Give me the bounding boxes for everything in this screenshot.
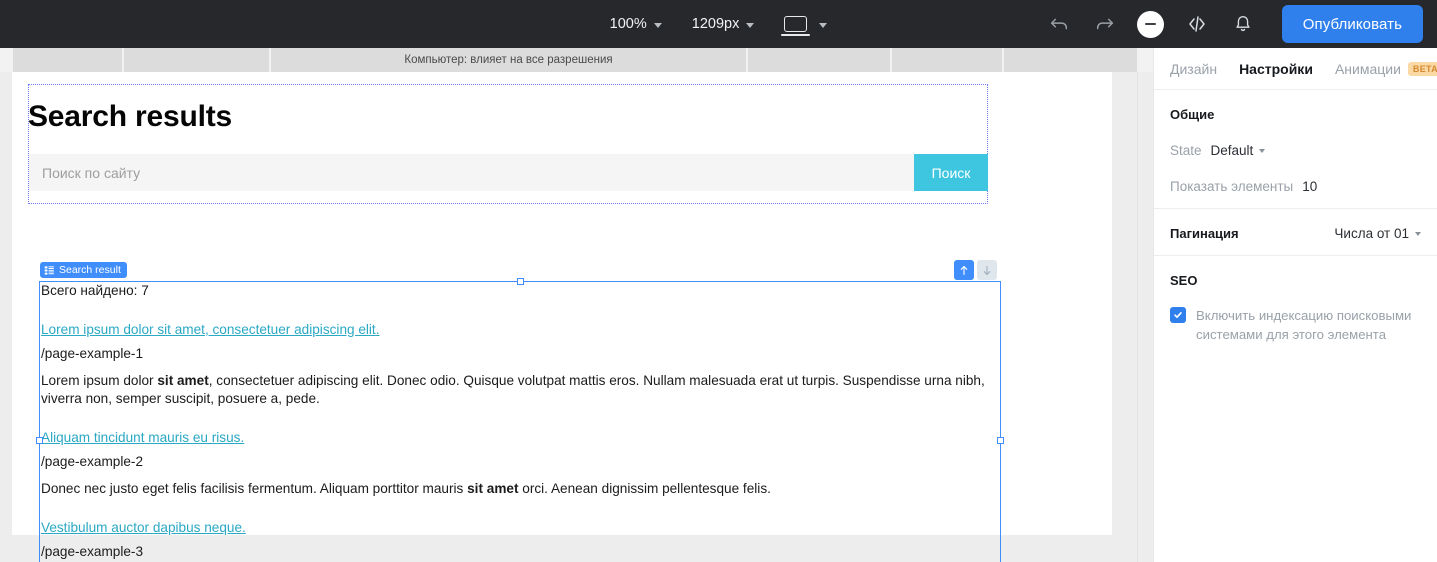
undo-button[interactable] xyxy=(1036,0,1082,48)
canvas-divider xyxy=(1137,72,1138,562)
state-dropdown[interactable]: Default xyxy=(1211,143,1266,158)
seo-indexing-checkbox[interactable] xyxy=(1170,307,1186,323)
tab-settings-label: Настройки xyxy=(1239,60,1313,77)
section-general: Общие State Default Показать элементы 10 xyxy=(1154,90,1437,209)
chevron-down-icon xyxy=(819,22,828,28)
results-total: Всего найдено: 7 xyxy=(41,283,149,298)
checkmark-icon xyxy=(1174,312,1182,318)
seo-indexing-row: Включить индексацию поисковыми системами… xyxy=(1170,306,1421,344)
tab-animations[interactable]: Анимации BETA xyxy=(1335,61,1437,77)
snippet-highlight: sit amet xyxy=(157,372,209,388)
result-url: /page-example-1 xyxy=(41,346,144,362)
list-grid-icon xyxy=(44,265,54,275)
chevron-down-icon xyxy=(746,22,755,28)
result-item: Aliquam tincidunt mauris eu risus. /page… xyxy=(41,430,991,498)
result-item: Vestibulum auctor dapibus neque. /page-e… xyxy=(41,520,991,562)
canvas-width-dropdown[interactable]: 1209px xyxy=(690,13,757,35)
ruler-segment[interactable] xyxy=(748,48,890,72)
move-up-button[interactable] xyxy=(954,260,974,280)
chevron-down-icon xyxy=(653,22,662,28)
redo-arrow-icon xyxy=(1096,18,1113,30)
result-title-link[interactable]: Vestibulum auctor dapibus neque. xyxy=(41,520,246,537)
tab-design-label: Дизайн xyxy=(1170,60,1218,77)
undo-arrow-icon xyxy=(1050,18,1067,30)
tab-design[interactable]: Дизайн xyxy=(1170,61,1217,77)
state-value: Default xyxy=(1210,143,1254,158)
pagination-style-value: Числа от 01 xyxy=(1334,226,1409,241)
properties-panel: Дизайн Настройки Анимации BETA Общие Sta… xyxy=(1153,48,1437,562)
move-down-button[interactable] xyxy=(977,260,997,280)
result-url: /page-example-2 xyxy=(41,454,144,470)
tab-settings[interactable]: Настройки xyxy=(1239,61,1313,77)
result-snippet: Donec nec justo eget felis facilisis fer… xyxy=(41,480,991,498)
tab-animations-label: Анимации xyxy=(1334,60,1401,77)
state-row: State Default xyxy=(1170,143,1421,158)
ruler-segment[interactable] xyxy=(1004,48,1137,72)
beta-badge: BETA xyxy=(1407,61,1437,76)
search-results-widget: Всего найдено: 7 Lorem ipsum dolor sit a… xyxy=(41,281,991,562)
items-count-value: 10 xyxy=(1302,179,1318,194)
state-label: State xyxy=(1170,143,1202,158)
notifications-button[interactable] xyxy=(1220,0,1266,48)
items-count-label: Показать элементы xyxy=(1170,179,1294,194)
redo-button[interactable] xyxy=(1082,0,1128,48)
resize-handle-right[interactable] xyxy=(997,436,1004,444)
ruler-segment[interactable] xyxy=(13,48,122,72)
zoom-level-value: 100% xyxy=(609,16,647,32)
section-seo: SEO Включить индексацию поисковыми систе… xyxy=(1154,256,1437,358)
result-title-link[interactable]: Lorem ipsum dolor sit amet, consectetuer… xyxy=(41,322,380,339)
canvas-width-value: 1209px xyxy=(691,16,740,32)
responsive-breakpoint-ruler[interactable]: Компьютер: влияет на все разрешения xyxy=(0,48,1153,72)
items-count-input[interactable]: 10 xyxy=(1302,179,1317,194)
section-pagination: Пагинация Числа от 01 xyxy=(1154,209,1437,256)
pagination-style-dropdown[interactable]: Числа от 01 xyxy=(1334,226,1421,241)
chevron-down-icon xyxy=(1259,148,1266,153)
section-general-title: Общие xyxy=(1170,107,1215,122)
items-count-row: Показать элементы 10 xyxy=(1170,179,1421,194)
top-toolbar-right-controls: Опубликовать xyxy=(1036,0,1423,48)
publish-button[interactable]: Опубликовать xyxy=(1281,5,1423,43)
minus-circle-icon xyxy=(1137,10,1165,38)
site-search-form: Поиск xyxy=(29,154,988,191)
selected-element-badge[interactable]: Search result xyxy=(40,262,127,278)
result-url: /page-example-3 xyxy=(41,544,144,560)
code-brackets-icon xyxy=(1188,16,1205,32)
laptop-icon xyxy=(781,16,811,36)
editor-window: 100% 1209px Опубликовать Компьютер: влия… xyxy=(0,0,1437,562)
search-input[interactable] xyxy=(29,154,914,191)
seo-indexing-label: Включить индексацию поисковыми системами… xyxy=(1196,308,1412,343)
arrow-up-icon xyxy=(960,265,968,275)
canvas-viewport[interactable]: Search results Поиск Search result xyxy=(0,72,1153,562)
panel-tabs: Дизайн Настройки Анимации BETA xyxy=(1154,48,1437,90)
top-toolbar: 100% 1209px Опубликовать xyxy=(0,0,1437,48)
snippet-before: Donec nec justo eget felis facilisis fer… xyxy=(41,480,468,496)
ruler-active-label: Компьютер: влияет на все разрешения xyxy=(404,54,613,66)
result-item: Lorem ipsum dolor sit amet, consectetuer… xyxy=(41,322,991,408)
code-view-button[interactable] xyxy=(1174,0,1220,48)
ruler-segment[interactable] xyxy=(892,48,1002,72)
page-preview[interactable]: Search results Поиск Search result xyxy=(12,72,1112,562)
result-snippet: Lorem ipsum dolor sit amet, consectetuer… xyxy=(41,372,991,408)
hide-panel-button[interactable] xyxy=(1128,0,1174,48)
zoom-level-dropdown[interactable]: 100% xyxy=(608,13,664,35)
ruler-segment[interactable] xyxy=(124,48,269,72)
device-selector-dropdown[interactable] xyxy=(781,13,829,36)
section-pagination-title: Пагинация xyxy=(1170,226,1239,241)
selected-element-label: Search result xyxy=(59,264,121,276)
notification-bell-icon xyxy=(1236,15,1250,32)
snippet-highlight: sit amet xyxy=(467,480,519,496)
result-title-link[interactable]: Aliquam tincidunt mauris eu risus. xyxy=(41,430,244,447)
move-element-controls xyxy=(954,260,997,280)
search-submit-button[interactable]: Поиск xyxy=(914,154,988,191)
snippet-after: orci. Aenean dignissim pellentesque feli… xyxy=(518,480,771,496)
arrow-down-icon xyxy=(983,265,991,275)
snippet-before: Lorem ipsum dolor xyxy=(41,372,158,388)
section-seo-title: SEO xyxy=(1170,273,1198,288)
page-title: Search results xyxy=(28,100,232,133)
chevron-down-icon xyxy=(1415,231,1421,236)
